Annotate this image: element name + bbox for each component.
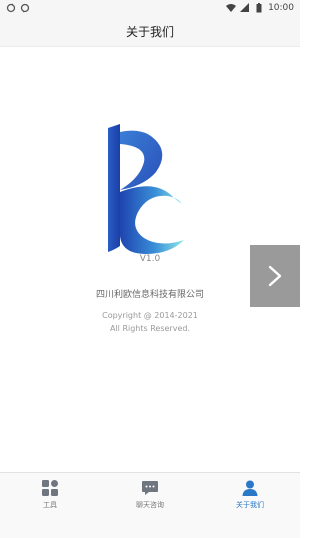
chat-icon xyxy=(142,481,158,495)
copyright-line-1: Copyright @ 2014-2021 xyxy=(102,311,198,320)
tab-tools[interactable]: 工具 xyxy=(0,473,100,538)
copyright: Copyright @ 2014-2021 All Rights Reserve… xyxy=(0,309,300,335)
tab-about-us[interactable]: 关于我们 xyxy=(200,473,300,538)
grid-icon xyxy=(42,480,58,496)
chevron-right-icon xyxy=(268,265,282,287)
status-right: 10:00 xyxy=(226,3,294,13)
tab-label: 聊天咨询 xyxy=(136,501,164,509)
next-button[interactable] xyxy=(250,245,300,307)
bottom-tab-bar: 工具 聊天咨询 关于我们 xyxy=(0,472,300,538)
person-icon xyxy=(242,480,258,496)
signal-icon xyxy=(240,3,250,12)
status-bar: 10:00 xyxy=(0,0,300,16)
app-logo xyxy=(108,124,184,254)
wifi-icon xyxy=(226,4,237,12)
tab-label: 关于我们 xyxy=(236,501,264,509)
copyright-line-2: All Rights Reserved. xyxy=(109,324,190,333)
sync-icon xyxy=(6,3,16,13)
tab-chat[interactable]: 聊天咨询 xyxy=(100,473,200,538)
status-left xyxy=(6,3,30,13)
status-time: 10:00 xyxy=(268,3,294,13)
tab-label: 工具 xyxy=(43,501,57,509)
page-title: 关于我们 xyxy=(0,16,300,47)
battery-icon xyxy=(256,3,262,13)
sync-icon xyxy=(20,3,30,13)
